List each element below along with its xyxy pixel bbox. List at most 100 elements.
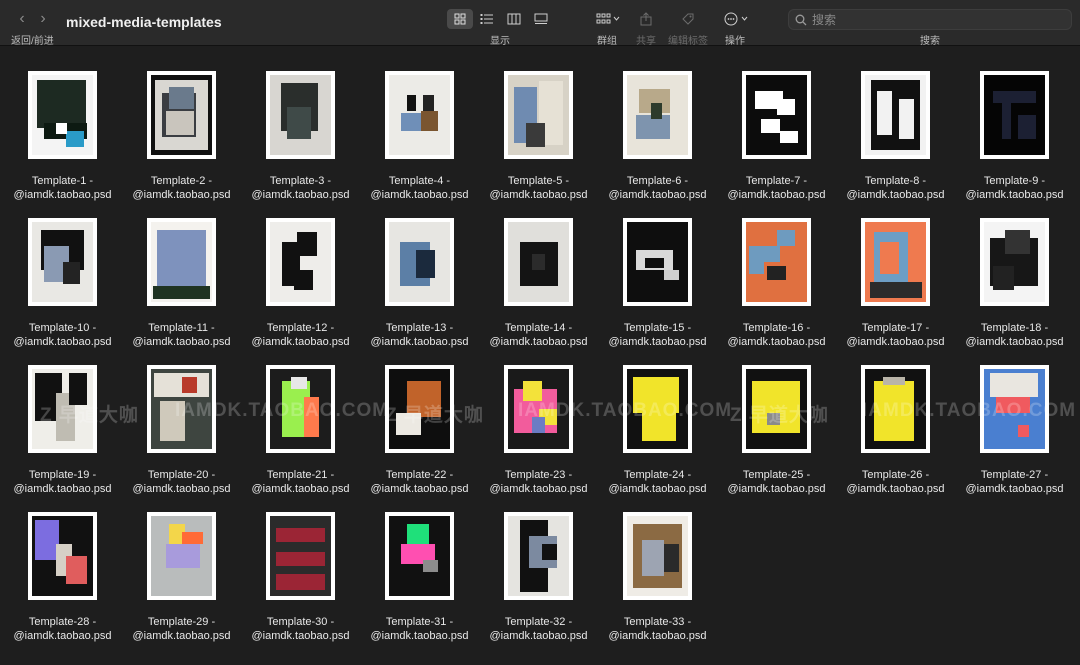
file-item[interactable]: Template-25 - @iamdk.taobao.psd: [717, 354, 836, 501]
collage-shape: [663, 544, 679, 572]
file-thumbnail[interactable]: [623, 218, 692, 306]
collage-shape: [297, 231, 317, 256]
file-name-line: Template-2 -: [150, 175, 213, 187]
thumbnail-artwork: [151, 222, 212, 302]
file-thumbnail[interactable]: [28, 512, 97, 600]
edit-tags-button[interactable]: [679, 9, 697, 29]
forward-button[interactable]: ›: [34, 10, 52, 28]
file-name: Template-7 - @iamdk.taobao.psd: [727, 174, 825, 202]
file-thumbnail[interactable]: [980, 365, 1049, 453]
file-item[interactable]: Template-11 - @iamdk.taobao.psd: [122, 207, 241, 354]
share-button[interactable]: [637, 9, 655, 29]
file-item[interactable]: Template-13 - @iamdk.taobao.psd: [360, 207, 479, 354]
file-thumbnail[interactable]: [980, 218, 1049, 306]
back-button[interactable]: ‹: [13, 10, 31, 28]
thumbnail-artwork: [389, 75, 450, 155]
search-field[interactable]: [788, 9, 1072, 30]
nav-caption: 返回/前进: [11, 36, 54, 47]
file-thumbnail[interactable]: [385, 71, 454, 159]
file-thumbnail[interactable]: [266, 71, 335, 159]
file-thumbnail[interactable]: [623, 365, 692, 453]
file-item[interactable]: Template-3 - @iamdk.taobao.psd: [241, 60, 360, 207]
file-thumbnail[interactable]: [742, 71, 811, 159]
file-item[interactable]: Template-2 - @iamdk.taobao.psd: [122, 60, 241, 207]
file-thumbnail[interactable]: [266, 365, 335, 453]
file-item[interactable]: Template-1 - @iamdk.taobao.psd: [3, 60, 122, 207]
file-item[interactable]: Template-14 - @iamdk.taobao.psd: [479, 207, 598, 354]
file-thumbnail[interactable]: [385, 512, 454, 600]
file-name: Template-4 - @iamdk.taobao.psd: [370, 174, 468, 202]
file-thumbnail[interactable]: [742, 365, 811, 453]
file-thumbnail[interactable]: [266, 512, 335, 600]
file-thumbnail[interactable]: [504, 218, 573, 306]
thumbnail-artwork: [32, 516, 93, 596]
collage-shape: [56, 123, 68, 135]
file-thumbnail[interactable]: [266, 218, 335, 306]
file-item[interactable]: Template-5 - @iamdk.taobao.psd: [479, 60, 598, 207]
file-item[interactable]: Template-33 - @iamdk.taobao.psd: [598, 501, 717, 648]
file-thumbnail[interactable]: [28, 71, 97, 159]
file-item[interactable]: Template-20 - @iamdk.taobao.psd: [122, 354, 241, 501]
file-item[interactable]: Template-16 - @iamdk.taobao.psd: [717, 207, 836, 354]
gallery-view-button[interactable]: [528, 9, 554, 29]
file-thumbnail[interactable]: [147, 218, 216, 306]
file-item[interactable]: Template-31 - @iamdk.taobao.psd: [360, 501, 479, 648]
file-item[interactable]: Template-21 - @iamdk.taobao.psd: [241, 354, 360, 501]
search-input[interactable]: [812, 12, 1052, 27]
column-view-button[interactable]: [501, 9, 527, 29]
file-thumbnail[interactable]: [623, 512, 692, 600]
file-item[interactable]: Template-7 - @iamdk.taobao.psd: [717, 60, 836, 207]
file-thumbnail[interactable]: [623, 71, 692, 159]
list-view-button[interactable]: [474, 9, 500, 29]
file-item[interactable]: Template-32 - @iamdk.taobao.psd: [479, 501, 598, 648]
file-thumbnail[interactable]: [504, 512, 573, 600]
file-item[interactable]: Template-19 - @iamdk.taobao.psd: [3, 354, 122, 501]
file-thumbnail[interactable]: [147, 512, 216, 600]
file-item[interactable]: Template-17 - @iamdk.taobao.psd: [836, 207, 955, 354]
file-name-line: @iamdk.taobao.psd: [370, 483, 469, 495]
collage-shape: [993, 266, 1015, 290]
thumbnail-artwork: [865, 222, 926, 302]
icon-view-button[interactable]: [447, 9, 473, 29]
file-thumbnail[interactable]: [147, 365, 216, 453]
thumbnail-artwork: [746, 222, 807, 302]
file-item[interactable]: Template-22 - @iamdk.taobao.psd: [360, 354, 479, 501]
file-item[interactable]: Template-8 - @iamdk.taobao.psd: [836, 60, 955, 207]
file-item[interactable]: Template-4 - @iamdk.taobao.psd: [360, 60, 479, 207]
thumbnail-artwork: [984, 369, 1045, 449]
file-thumbnail[interactable]: [28, 365, 97, 453]
file-thumbnail[interactable]: [385, 218, 454, 306]
file-thumbnail[interactable]: [861, 218, 930, 306]
file-item[interactable]: Template-30 - @iamdk.taobao.psd: [241, 501, 360, 648]
file-thumbnail[interactable]: [504, 365, 573, 453]
file-thumbnail[interactable]: [980, 71, 1049, 159]
file-item[interactable]: Template-6 - @iamdk.taobao.psd: [598, 60, 717, 207]
file-item[interactable]: Template-29 - @iamdk.taobao.psd: [122, 501, 241, 648]
file-item[interactable]: Template-10 - @iamdk.taobao.psd: [3, 207, 122, 354]
file-thumbnail[interactable]: [504, 71, 573, 159]
file-name: Template-23 - @iamdk.taobao.psd: [489, 468, 587, 496]
file-item[interactable]: Template-9 - @iamdk.taobao.psd: [955, 60, 1074, 207]
file-thumbnail[interactable]: [28, 218, 97, 306]
file-item[interactable]: Template-18 - @iamdk.taobao.psd: [955, 207, 1074, 354]
columns-icon: [507, 13, 521, 25]
collage-shape: [294, 270, 313, 290]
file-thumbnail[interactable]: [861, 365, 930, 453]
thumbnail-artwork: [746, 369, 807, 449]
file-thumbnail[interactable]: [861, 71, 930, 159]
file-thumbnail[interactable]: [385, 365, 454, 453]
file-item[interactable]: Template-27 - @iamdk.taobao.psd: [955, 354, 1074, 501]
file-thumbnail[interactable]: [742, 218, 811, 306]
file-thumbnail[interactable]: [147, 71, 216, 159]
action-button[interactable]: [723, 9, 751, 29]
file-name: Template-27 - @iamdk.taobao.psd: [965, 468, 1063, 496]
file-item[interactable]: Template-26 - @iamdk.taobao.psd: [836, 354, 955, 501]
file-item[interactable]: Template-24 - @iamdk.taobao.psd: [598, 354, 717, 501]
file-item[interactable]: Template-15 - @iamdk.taobao.psd: [598, 207, 717, 354]
file-item[interactable]: Template-23 - @iamdk.taobao.psd: [479, 354, 598, 501]
thumbnail-artwork: [865, 369, 926, 449]
collage-shape: [153, 286, 210, 299]
group-button[interactable]: [593, 9, 623, 29]
file-item[interactable]: Template-12 - @iamdk.taobao.psd: [241, 207, 360, 354]
file-item[interactable]: Template-28 - @iamdk.taobao.psd: [3, 501, 122, 648]
